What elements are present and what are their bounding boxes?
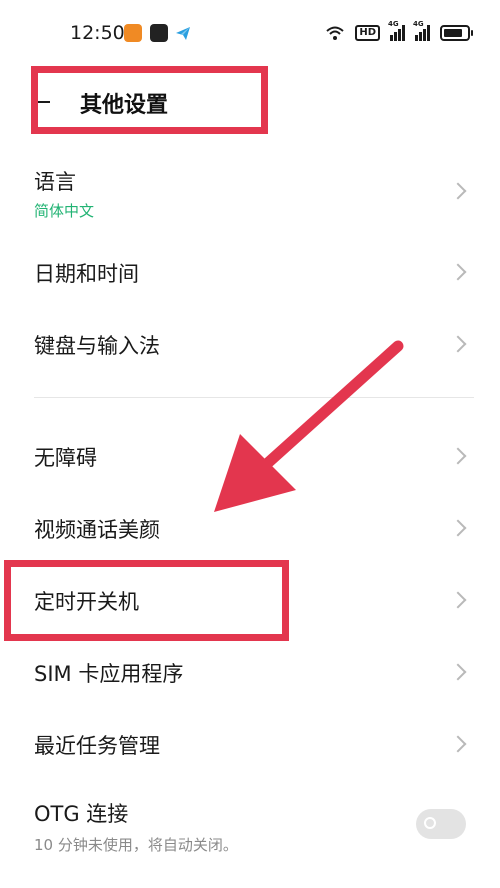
chevron-right-icon xyxy=(449,591,467,609)
settings-item-label: SIM 卡应用程序 xyxy=(34,662,184,686)
back-icon xyxy=(38,101,50,103)
status-bar: 12:50 HD 4G 4G xyxy=(0,0,500,62)
annotation-arrow-icon xyxy=(214,340,404,512)
settings-item-recent-tasks[interactable]: 最近任务管理 xyxy=(0,708,500,780)
settings-item-label: 无障碍 xyxy=(34,446,97,470)
back-button[interactable] xyxy=(38,88,66,116)
page-header: 其他设置 xyxy=(0,70,500,134)
app-notification-icon xyxy=(150,24,168,42)
chevron-right-icon xyxy=(449,447,467,465)
signal-label: 4G xyxy=(388,20,399,28)
chevron-right-icon xyxy=(449,663,467,681)
settings-item-description: 10 分钟未使用，将自动关闭。 xyxy=(34,836,238,854)
page-title: 其他设置 xyxy=(80,93,169,118)
chevron-right-icon xyxy=(449,519,467,537)
signal-4g-icon: 4G xyxy=(413,20,430,41)
signal-4g-icon: 4G xyxy=(388,20,405,41)
chevron-right-icon xyxy=(449,335,467,353)
chevron-right-icon xyxy=(449,263,467,281)
settings-item-label: 最近任务管理 xyxy=(34,734,160,758)
signal-label: 4G xyxy=(413,20,424,28)
telegram-icon xyxy=(176,27,190,40)
chevron-right-icon xyxy=(449,735,467,753)
settings-item-label: 键盘与输入法 xyxy=(34,334,160,358)
settings-item-scheduled-power[interactable]: 定时开关机 xyxy=(0,564,500,636)
status-time: 12:50 xyxy=(70,22,125,44)
settings-item-date-time[interactable]: 日期和时间 xyxy=(0,236,500,308)
settings-item-label: 日期和时间 xyxy=(34,262,139,286)
app-notification-icon xyxy=(124,24,142,42)
settings-item-language[interactable]: 语言 简体中文 xyxy=(0,160,500,236)
wifi-icon xyxy=(326,26,344,40)
settings-item-label: 语言 xyxy=(34,170,76,194)
settings-item-sim-apps[interactable]: SIM 卡应用程序 xyxy=(0,636,500,708)
status-icons: HD 4G 4G xyxy=(325,20,473,42)
settings-item-label: 视频通话美颜 xyxy=(34,518,160,542)
toggle-knob xyxy=(424,817,436,829)
chevron-right-icon xyxy=(449,182,467,200)
hd-icon: HD xyxy=(355,25,380,41)
battery-icon xyxy=(440,25,473,41)
settings-item-value: 简体中文 xyxy=(34,202,95,220)
settings-item-label: OTG 连接 xyxy=(34,802,129,826)
settings-item-label: 定时开关机 xyxy=(34,590,139,614)
otg-toggle[interactable] xyxy=(416,809,466,839)
